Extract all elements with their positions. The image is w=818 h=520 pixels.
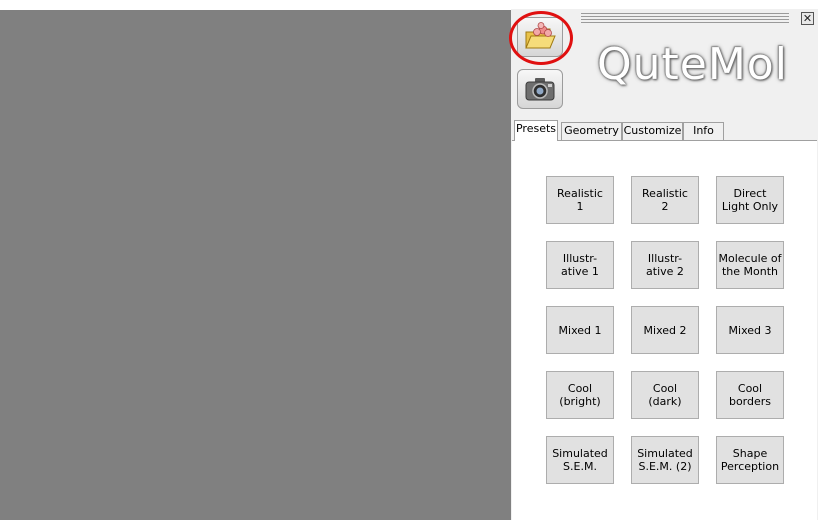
- open-molecule-folder-icon: [525, 22, 556, 49]
- snapshot-button[interactable]: [517, 69, 563, 109]
- tab-info[interactable]: Info: [683, 122, 724, 140]
- preset-mixed-1-button[interactable]: Mixed 1: [546, 306, 614, 354]
- render-viewport[interactable]: [0, 10, 511, 520]
- preset-realistic-2-button[interactable]: Realistic 2: [631, 176, 699, 224]
- camera-icon: [525, 78, 555, 101]
- preset-simulated-sem-button[interactable]: Simulated S.E.M.: [546, 436, 614, 484]
- qutemol-dock-panel: ✕ QuteMol Presets Geometry Customize Inf…: [509, 9, 818, 520]
- preset-cool-borders-button[interactable]: Cool borders: [716, 371, 784, 419]
- preset-simulated-sem-2-button[interactable]: Simulated S.E.M. (2): [631, 436, 699, 484]
- top-strip: [0, 0, 511, 10]
- preset-illustrative-2-button[interactable]: Illustr- ative 2: [631, 241, 699, 289]
- preset-mixed-3-button[interactable]: Mixed 3: [716, 306, 784, 354]
- tab-presets[interactable]: Presets: [514, 120, 558, 141]
- preset-realistic-1-button[interactable]: Realistic 1: [546, 176, 614, 224]
- presets-tab-page: Realistic 1 Realistic 2 Direct Light Onl…: [512, 140, 817, 520]
- dock-grip-handle[interactable]: [581, 13, 789, 23]
- preset-illustrative-1-button[interactable]: Illustr- ative 1: [546, 241, 614, 289]
- preset-direct-light-only-button[interactable]: Direct Light Only: [716, 176, 784, 224]
- close-panel-button[interactable]: ✕: [801, 12, 814, 25]
- tab-geometry[interactable]: Geometry: [561, 122, 622, 140]
- preset-cool-bright-button[interactable]: Cool (bright): [546, 371, 614, 419]
- qutemol-logo: QuteMol: [597, 39, 788, 90]
- preset-mixed-2-button[interactable]: Mixed 2: [631, 306, 699, 354]
- preset-shape-perception-button[interactable]: Shape Perception: [716, 436, 784, 484]
- preset-molecule-of-the-month-button[interactable]: Molecule of the Month: [716, 241, 784, 289]
- tab-customize[interactable]: Customize: [622, 122, 683, 140]
- preset-cool-dark-button[interactable]: Cool (dark): [631, 371, 699, 419]
- open-molecule-button[interactable]: [509, 11, 573, 65]
